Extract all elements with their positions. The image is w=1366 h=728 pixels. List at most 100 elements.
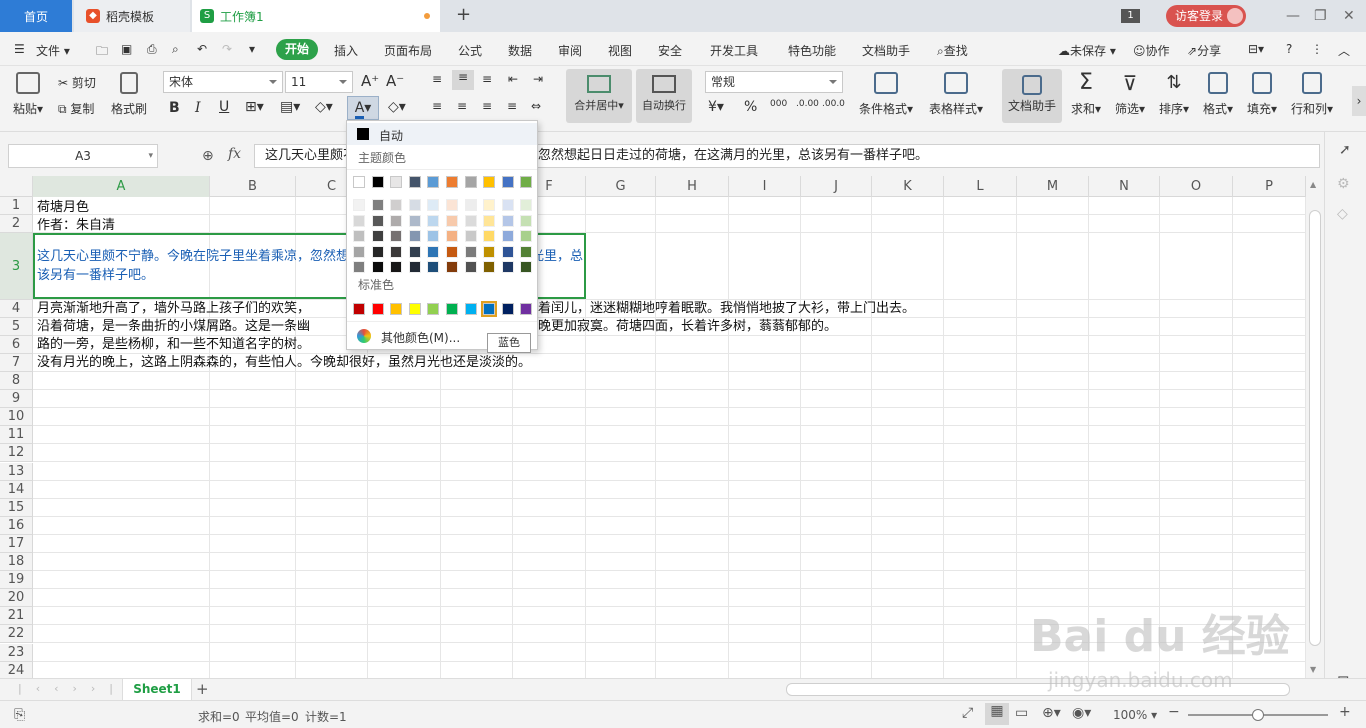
zoom-in-icon[interactable]: + — [1339, 704, 1351, 720]
menu-review[interactable]: 审阅 — [558, 42, 582, 59]
underline-icon[interactable]: U — [219, 99, 229, 115]
more-icon[interactable]: ⋮ — [1311, 42, 1323, 56]
tab-workbook[interactable]: S 工作簿1 — [192, 0, 440, 32]
theme-color-swatch[interactable] — [408, 176, 421, 188]
clear-icon[interactable]: ◇▾ — [388, 99, 406, 115]
theme-shade-swatch[interactable] — [483, 245, 496, 258]
row-header-20[interactable]: 20 — [0, 589, 33, 608]
theme-color-swatch[interactable] — [501, 176, 514, 188]
row-header-7[interactable]: 7 — [0, 354, 33, 372]
theme-shade-swatch[interactable] — [390, 245, 403, 258]
tab-template[interactable]: ◆ 稻壳模板 — [74, 0, 190, 32]
number-format-select[interactable]: 常规 — [705, 71, 843, 93]
restore-icon[interactable]: ❐ — [1314, 8, 1327, 24]
theme-shade-swatch[interactable] — [464, 230, 477, 242]
fill-pattern-icon[interactable]: ▤▾ — [280, 99, 300, 115]
percent-icon[interactable]: % — [744, 99, 757, 115]
menu-doc-helper[interactable]: 文档助手 — [862, 42, 910, 59]
scroll-down-icon[interactable]: ▼ — [1310, 665, 1316, 674]
theme-shade-swatch[interactable] — [520, 245, 533, 258]
theme-shade-swatch[interactable] — [353, 230, 365, 242]
new-tab-button[interactable]: + — [456, 4, 471, 25]
theme-color-swatch[interactable] — [446, 176, 458, 188]
paste-button[interactable]: 粘贴▾ — [8, 72, 48, 117]
menu-file[interactable]: 文件 ▾ — [36, 42, 70, 59]
font-family-select[interactable]: 宋体 — [163, 71, 283, 93]
print-icon[interactable]: ⎙ — [147, 42, 157, 57]
theme-color-swatch[interactable] — [427, 176, 440, 188]
row-col-button[interactable]: 行和列▾ — [1290, 72, 1334, 117]
theme-shade-swatch[interactable] — [353, 199, 365, 211]
font-color-button[interactable]: A▾ — [347, 96, 379, 120]
row-header-4[interactable]: 4 — [0, 300, 33, 318]
menu-view[interactable]: 视图 — [608, 42, 632, 59]
indent-increase-icon[interactable]: ⇥ — [533, 72, 543, 86]
menu-insert[interactable]: 插入 — [334, 42, 358, 59]
vertical-scroll-thumb[interactable] — [1309, 210, 1321, 646]
theme-shade-swatch[interactable] — [446, 230, 458, 242]
collapse-ribbon-icon[interactable]: ︿ — [1338, 42, 1350, 59]
theme-shade-swatch[interactable] — [464, 261, 477, 273]
zoom-select[interactable]: 100% ▾ — [1113, 708, 1157, 722]
wrap-text-button[interactable]: 自动换行 — [636, 69, 692, 123]
theme-shade-swatch[interactable] — [464, 199, 477, 211]
format-button[interactable]: 格式▾ — [1200, 72, 1236, 117]
standard-color-swatch[interactable] — [481, 301, 498, 317]
theme-shade-swatch[interactable] — [520, 199, 533, 211]
collab-button[interactable]: ☺协作 — [1133, 42, 1170, 59]
row-header-6[interactable]: 6 — [0, 336, 33, 354]
copy-button[interactable]: ⧉ 复制 — [58, 100, 94, 117]
cell-a6[interactable]: 路的一旁，是些杨柳，和一些不知道名字的树。 — [37, 336, 310, 354]
cell-a5-right[interactable]: 晚更加寂寞。荷塘四面，长着许多树，蓊蓊郁郁的。 — [538, 318, 837, 336]
cell-a4-right[interactable]: 着闰儿，迷迷糊糊地哼着眠歌。我悄悄地披了大衫，带上门出去。 — [538, 300, 915, 318]
row-header-9[interactable]: 9 — [0, 390, 33, 409]
menu-formula[interactable]: 公式 — [458, 42, 482, 59]
save-icon[interactable]: ▣ — [121, 42, 132, 56]
settings-icon[interactable]: ⚙ — [1337, 176, 1350, 192]
column-header-b[interactable]: B — [210, 176, 296, 197]
theme-shade-swatch[interactable] — [427, 230, 440, 242]
theme-shade-swatch[interactable] — [353, 214, 365, 227]
hamburger-icon[interactable]: ☰ — [14, 42, 25, 56]
align-center-icon[interactable]: ≡ — [457, 99, 467, 113]
undo-icon[interactable]: ↶ — [197, 42, 207, 56]
row-header-12[interactable]: 12 — [0, 444, 33, 463]
row-header-17[interactable]: 17 — [0, 534, 33, 553]
theme-shade-swatch[interactable] — [483, 230, 496, 242]
menu-start[interactable]: 开始 — [276, 39, 318, 60]
sheet-nav-icon[interactable]: |‹‹››| — [18, 682, 127, 695]
column-header-o[interactable]: O — [1160, 176, 1233, 197]
theme-shade-swatch[interactable] — [353, 261, 365, 273]
standard-color-swatch[interactable] — [501, 303, 514, 315]
theme-shade-swatch[interactable] — [483, 199, 496, 211]
align-middle-icon[interactable]: ≡ — [452, 70, 474, 90]
cell-a1[interactable]: 荷塘月色 — [37, 199, 89, 217]
theme-shade-swatch[interactable] — [483, 261, 496, 273]
theme-shade-swatch[interactable] — [390, 214, 403, 227]
theme-shade-swatch[interactable] — [427, 261, 440, 273]
theme-color-swatch[interactable] — [520, 176, 533, 188]
theme-shade-swatch[interactable] — [501, 261, 514, 273]
row-header-19[interactable]: 19 — [0, 571, 33, 590]
menu-data[interactable]: 数据 — [508, 42, 532, 59]
standard-color-swatch[interactable] — [408, 303, 421, 315]
theme-shade-swatch[interactable] — [371, 230, 384, 242]
theme-shade-swatch[interactable] — [427, 199, 440, 211]
open-folder-icon[interactable]: 🗀 — [96, 42, 108, 63]
theme-shade-swatch[interactable] — [353, 245, 365, 258]
column-header-h[interactable]: H — [656, 176, 729, 197]
align-right-icon[interactable]: ≡ — [482, 99, 492, 113]
close-icon[interactable]: ✕ — [1343, 8, 1355, 24]
column-header-k[interactable]: K — [872, 176, 944, 197]
theme-shade-swatch[interactable] — [483, 214, 496, 227]
theme-shade-swatch[interactable] — [501, 245, 514, 258]
standard-color-swatch[interactable] — [427, 303, 440, 315]
fullscreen-icon[interactable]: ⤢ — [962, 705, 973, 721]
column-header-p[interactable]: P — [1233, 176, 1306, 197]
theme-color-swatch[interactable] — [353, 176, 365, 188]
menu-features[interactable]: 特色功能 — [788, 42, 836, 59]
row-header-18[interactable]: 18 — [0, 553, 33, 572]
column-header-l[interactable]: L — [944, 176, 1017, 197]
cell-a2[interactable]: 作者：朱自清 — [37, 217, 115, 235]
theme-shade-swatch[interactable] — [408, 245, 421, 258]
